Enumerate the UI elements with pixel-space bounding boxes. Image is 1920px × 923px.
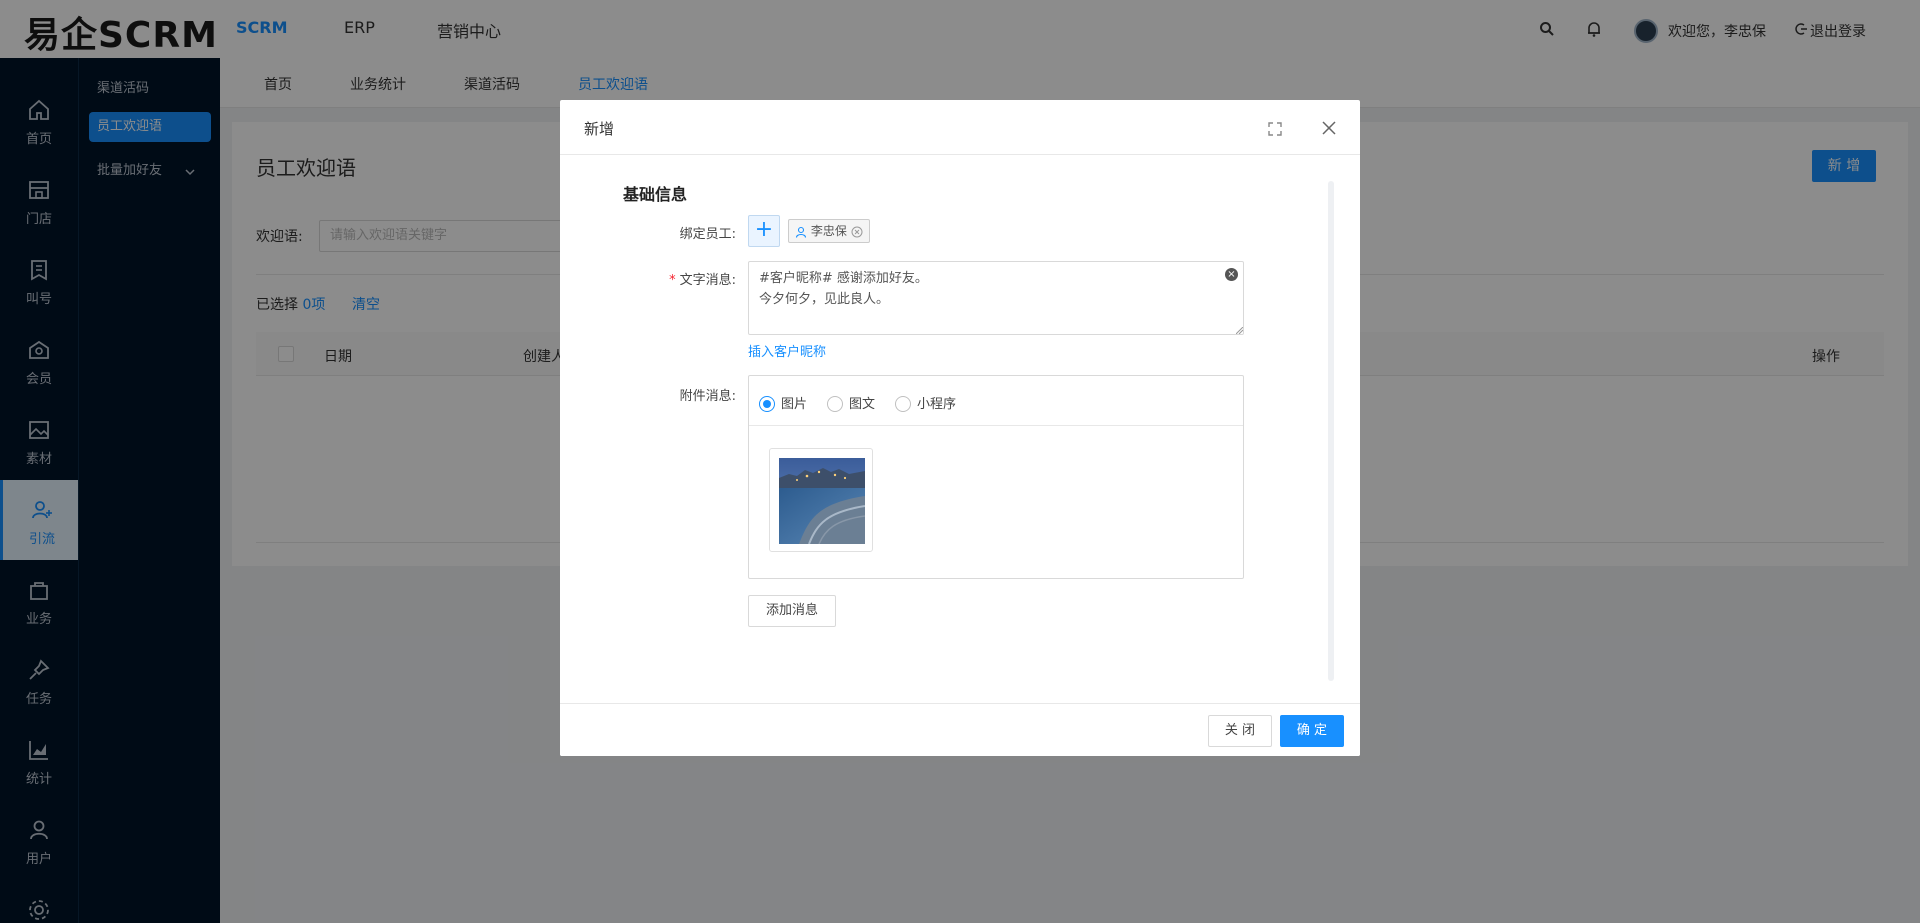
radio-article[interactable]: 图文 (827, 393, 875, 413)
resize-handle-icon[interactable] (1236, 327, 1243, 334)
confirm-button[interactable]: 确 定 (1280, 715, 1344, 747)
radio-article-label: 图文 (849, 397, 876, 412)
radio-miniprogram-label: 小程序 (917, 397, 957, 412)
radio-miniprogram[interactable]: 小程序 (895, 393, 956, 413)
attach-label: 附件消息: (679, 389, 736, 404)
user-icon (795, 226, 807, 238)
radio-article-dot (827, 395, 843, 412)
uploaded-image-thumbnail (779, 458, 865, 544)
radio-image[interactable]: 图片 (759, 393, 807, 413)
close-icon[interactable] (1322, 121, 1336, 135)
clear-text-icon[interactable]: × (1225, 268, 1238, 281)
attachment-box: 图片 图文 小程序 (748, 375, 1244, 579)
insert-nickname-link[interactable]: 插入客户昵称 (748, 341, 826, 360)
add-message-button[interactable]: 添加消息 (748, 595, 836, 627)
dialog-scrollbar[interactable] (1328, 181, 1334, 681)
text-message-textarea[interactable]: #客户昵称# 感谢添加好友。 今夕何夕，见此良人。 (748, 261, 1244, 335)
radio-image-label: 图片 (781, 397, 808, 412)
staff-label: 绑定员工: (679, 227, 736, 242)
dialog-header: 新增 (560, 100, 1360, 155)
attachment-type-group: 图片 图文 小程序 (749, 376, 1243, 426)
uploaded-image-card[interactable] (769, 448, 873, 552)
dialog-title: 新增 (584, 120, 615, 138)
text-message-label: * 文字消息: (669, 273, 736, 288)
dialog-body: 基础信息 绑定员工: + 李忠保 * 文字消息: #客户昵称# 感谢添加好友。 今… (560, 155, 1360, 703)
dialog-footer: 关 闭 确 定 (560, 703, 1360, 756)
add-welcome-dialog: 新增 基础信息 绑定员工: + 李忠保 * 文字消息: #客户昵称# 感谢添加好友… (560, 100, 1360, 756)
text-message-label-text: 文字消息: (679, 273, 736, 288)
radio-image-dot (759, 395, 775, 412)
radio-miniprogram-dot (895, 395, 911, 412)
close-button[interactable]: 关 闭 (1208, 715, 1272, 747)
remove-tag-icon[interactable] (851, 226, 863, 238)
city-photo-icon (779, 458, 865, 544)
section-title: 基础信息 (623, 185, 688, 204)
fullscreen-icon[interactable] (1268, 122, 1282, 136)
staff-tag-name: 李忠保 (810, 224, 847, 238)
staff-tag: 李忠保 (788, 219, 870, 243)
add-staff-button[interactable]: + (748, 215, 780, 247)
